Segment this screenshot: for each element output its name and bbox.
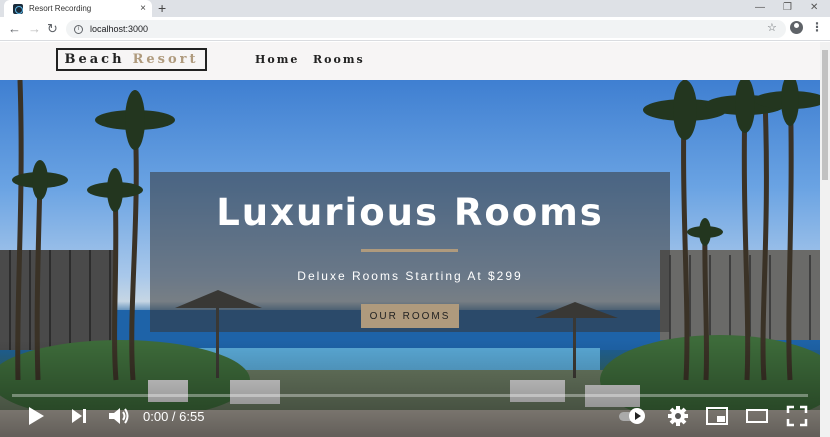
site-info-icon[interactable]: i <box>74 24 83 34</box>
back-icon[interactable]: ← <box>8 21 21 37</box>
logo-word-beach: Beach <box>64 52 125 67</box>
site-logo[interactable]: Beach Resort <box>56 48 207 71</box>
browser-toolbar: ← → ↻ i localhost:3000 ☆ ⋮ <box>0 17 830 41</box>
address-bar[interactable]: i localhost:3000 <box>66 20 786 38</box>
video-time: 0:00 / 6:55 <box>143 409 205 424</box>
our-rooms-button[interactable]: OUR ROOMS <box>361 304 459 328</box>
site-navbar: Beach Resort Home Rooms <box>0 42 820 80</box>
miniplayer-icon[interactable] <box>705 405 729 427</box>
tab-title: Resort Recording <box>29 4 92 13</box>
new-tab-button[interactable]: + <box>158 0 166 17</box>
hero-title: Luxurious Rooms <box>216 191 604 234</box>
theater-icon[interactable] <box>745 405 769 427</box>
fullscreen-icon[interactable] <box>786 405 808 427</box>
menu-kebab-icon[interactable]: ⋮ <box>811 20 823 34</box>
profile-avatar-icon[interactable] <box>790 21 803 34</box>
hero-subtitle: Deluxe Rooms Starting At $299 <box>297 269 523 283</box>
nav-link-rooms[interactable]: Rooms <box>313 53 365 66</box>
volume-icon[interactable] <box>107 405 131 427</box>
minimize-icon[interactable]: — <box>755 0 765 15</box>
autoplay-toggle-icon[interactable] <box>618 405 648 427</box>
scrollbar-thumb[interactable] <box>822 50 828 180</box>
browser-tab[interactable]: Resort Recording × <box>4 0 152 17</box>
logo-word-resort: Resort <box>132 52 199 67</box>
nav-link-home[interactable]: Home <box>255 53 299 66</box>
hero-divider <box>361 249 458 252</box>
close-tab-icon[interactable]: × <box>140 3 146 14</box>
close-window-icon[interactable]: ✕ <box>810 0 818 15</box>
video-progress-bar[interactable] <box>12 394 808 397</box>
url-text: localhost:3000 <box>90 24 149 34</box>
next-icon[interactable] <box>70 405 88 427</box>
reload-icon[interactable]: ↻ <box>47 21 58 37</box>
play-icon[interactable] <box>26 405 46 427</box>
react-favicon-icon <box>13 3 23 14</box>
browser-tabstrip: Resort Recording × + — ❐ ✕ <box>0 0 830 17</box>
settings-icon[interactable] <box>667 405 689 427</box>
forward-icon[interactable]: → <box>28 21 41 37</box>
restore-icon[interactable]: ❐ <box>783 0 792 15</box>
bookmark-star-icon[interactable]: ☆ <box>767 21 777 34</box>
